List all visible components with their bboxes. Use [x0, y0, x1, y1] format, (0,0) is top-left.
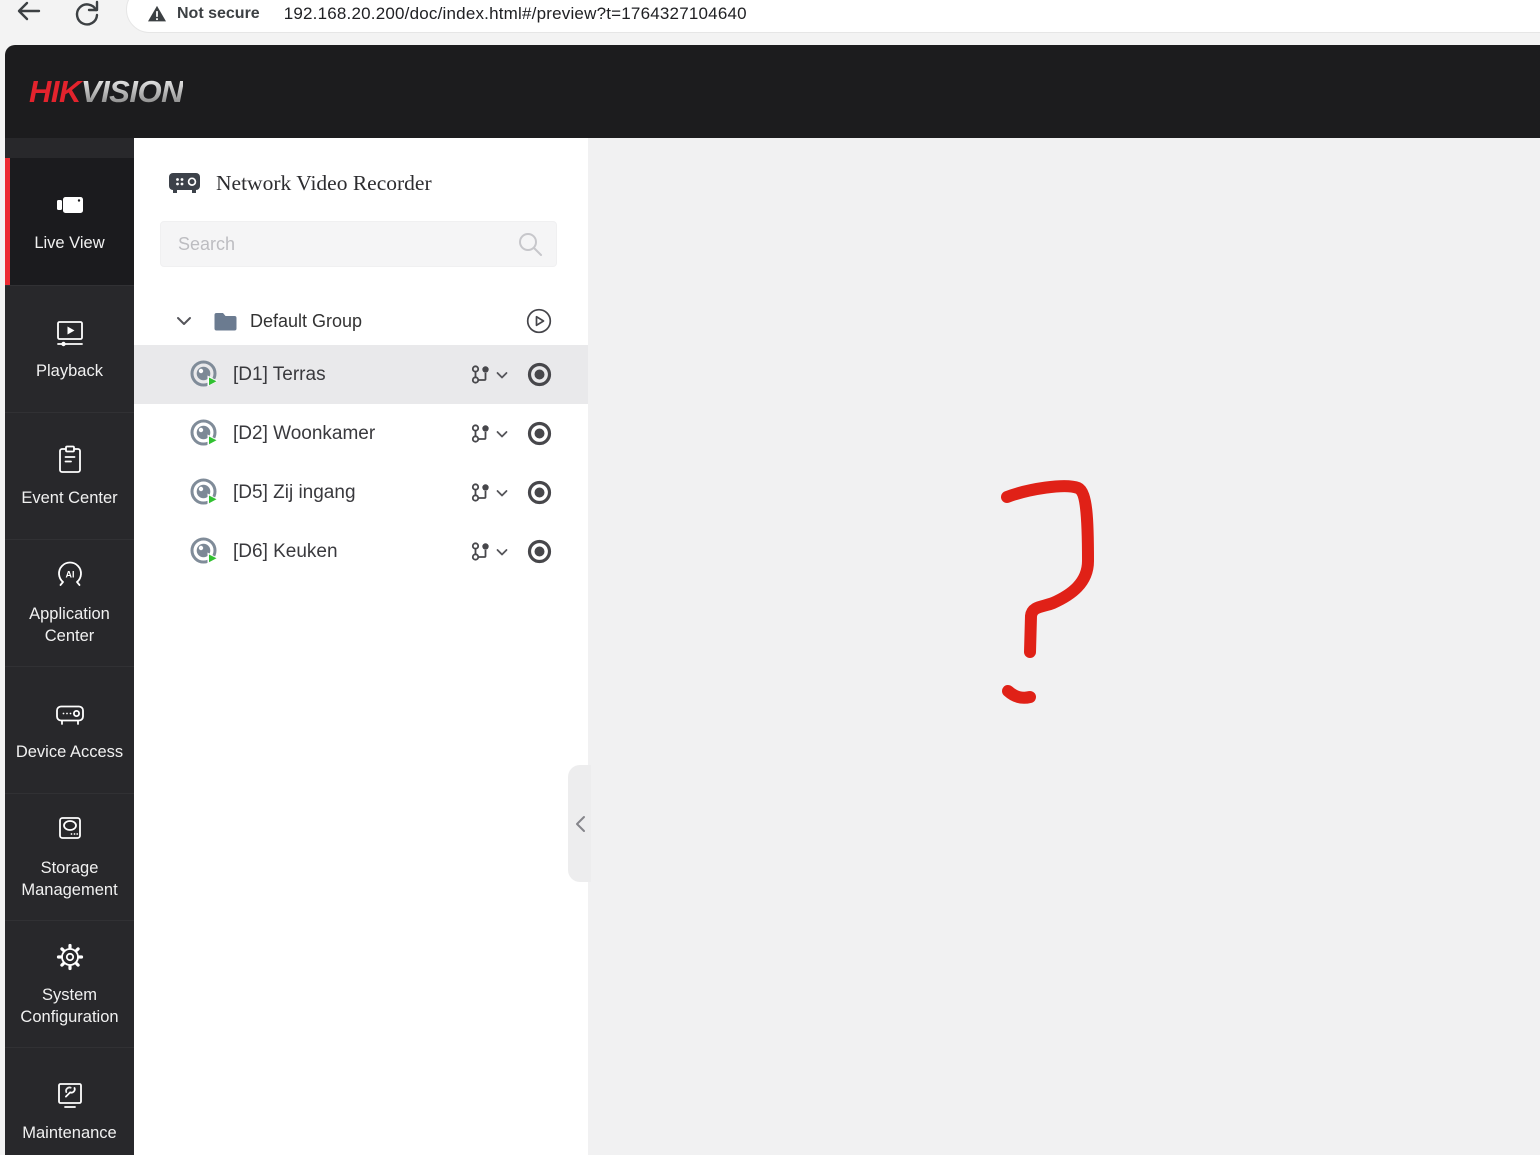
camera-lens-icon: [190, 360, 218, 387]
stream-type-icon[interactable]: [471, 482, 492, 503]
stream-chevron-down-icon[interactable]: [495, 545, 509, 559]
device-access-icon: [55, 705, 84, 725]
address-bar[interactable]: Not secure 192.168.20.200/doc/index.html…: [126, 0, 1540, 33]
record-icon[interactable]: [527, 362, 552, 387]
record-icon[interactable]: [527, 539, 552, 564]
record-icon[interactable]: [527, 421, 552, 446]
camera-label: [D5] Zij ingang: [233, 481, 356, 503]
maintenance-icon: [57, 1082, 82, 1108]
sidebar-item-label: Maintenance: [22, 1123, 117, 1142]
back-icon[interactable]: [14, 0, 44, 28]
device-title-row: Network Video Recorder: [134, 165, 588, 201]
sidebar-item-label: Storage Management: [21, 858, 118, 899]
logo-vision: VISION: [80, 73, 184, 109]
sidebar-item-system-configuration[interactable]: System Configuration: [5, 920, 134, 1047]
sidebar-item-application-center[interactable]: AI Application Center: [5, 539, 134, 666]
url-text[interactable]: 192.168.20.200/doc/index.html#/preview?t…: [284, 4, 747, 24]
camera-row-d5[interactable]: [D5] Zij ingang: [134, 463, 588, 522]
camera-lens-icon: [190, 419, 218, 446]
event-center-icon: [58, 445, 81, 473]
sidebar-item-device-access[interactable]: Device Access: [5, 666, 134, 793]
sidebar-item-label: Playback: [36, 361, 103, 380]
playback-icon: [56, 320, 83, 347]
stream-type-icon[interactable]: [471, 541, 492, 562]
sidebar-item-maintenance[interactable]: Maintenance: [5, 1047, 134, 1155]
folder-icon: [214, 312, 237, 330]
record-icon[interactable]: [527, 480, 552, 505]
svg-text:AI: AI: [65, 569, 74, 579]
sidebar-item-label: Device Access: [15, 742, 124, 761]
group-label: Default Group: [250, 310, 363, 331]
live-view-icon: [56, 197, 83, 214]
refresh-icon[interactable]: [72, 0, 102, 28]
camera-lens-icon: [190, 537, 218, 564]
search-input[interactable]: [160, 221, 557, 267]
app-header: HIKVISION: [5, 45, 1540, 138]
group-row-default-group[interactable]: Default Group: [134, 297, 588, 345]
sidebar-item-live-view[interactable]: Live View: [5, 158, 134, 285]
storage-management-icon: [58, 816, 81, 839]
search-box: [160, 221, 557, 267]
live-view-area: [588, 138, 1540, 1155]
camera-row-d1[interactable]: [D1] Terras: [134, 345, 588, 404]
not-secure-label[interactable]: Not secure: [177, 5, 260, 23]
camera-lens-icon: [190, 478, 218, 505]
sidebar-item-event-center[interactable]: Event Center: [5, 412, 134, 539]
search-icon[interactable]: [517, 231, 543, 257]
sidebar-item-label: Application Center: [29, 604, 110, 645]
camera-label: [D2] Woonkamer: [233, 422, 376, 444]
question-mark-annotation: [1001, 480, 1094, 704]
camera-row-d2[interactable]: [D2] Woonkamer: [134, 404, 588, 463]
sidebar-nav: Live View Playback Event Center AI Appli…: [5, 138, 134, 1155]
application-center-icon: AI: [57, 561, 82, 586]
hikvision-logo: HIKVISION: [29, 74, 183, 110]
camera-label: [D1] Terras: [233, 363, 326, 385]
sidebar-item-label: System Configuration: [20, 985, 119, 1026]
chevron-down-icon[interactable]: [175, 312, 193, 330]
device-title: Network Video Recorder: [216, 170, 432, 195]
sidebar-item-label: Live View: [34, 234, 105, 253]
not-secure-warning-icon: [148, 5, 166, 22]
camera-row-d6[interactable]: [D6] Keuken: [134, 522, 588, 581]
logo-hik: HIK: [29, 73, 81, 109]
stream-type-icon[interactable]: [471, 423, 492, 444]
chevron-left-icon: [575, 815, 585, 832]
stream-chevron-down-icon[interactable]: [495, 368, 509, 382]
camera-panel: Network Video Recorder Default: [134, 138, 588, 1155]
sidebar-item-storage-management[interactable]: Storage Management: [5, 793, 134, 920]
camera-label: [D6] Keuken: [233, 540, 338, 562]
camera-tree: Default Group [D1] Terras [D2] Woonkamer…: [134, 297, 588, 581]
browser-toolbar: Not secure 192.168.20.200/doc/index.html…: [0, 0, 1540, 45]
panel-collapse-handle[interactable]: [568, 765, 591, 882]
stream-chevron-down-icon[interactable]: [495, 427, 509, 441]
system-configuration-icon: [56, 943, 83, 970]
play-group-icon[interactable]: [526, 308, 552, 334]
nvr-device-icon: [169, 173, 200, 193]
stream-chevron-down-icon[interactable]: [495, 486, 509, 500]
sidebar-item-label: Event Center: [21, 488, 118, 507]
stream-type-icon[interactable]: [471, 364, 492, 385]
sidebar-item-playback[interactable]: Playback: [5, 285, 134, 412]
app-page: HIKVISION Live View Playback Event Cente…: [5, 45, 1540, 1155]
